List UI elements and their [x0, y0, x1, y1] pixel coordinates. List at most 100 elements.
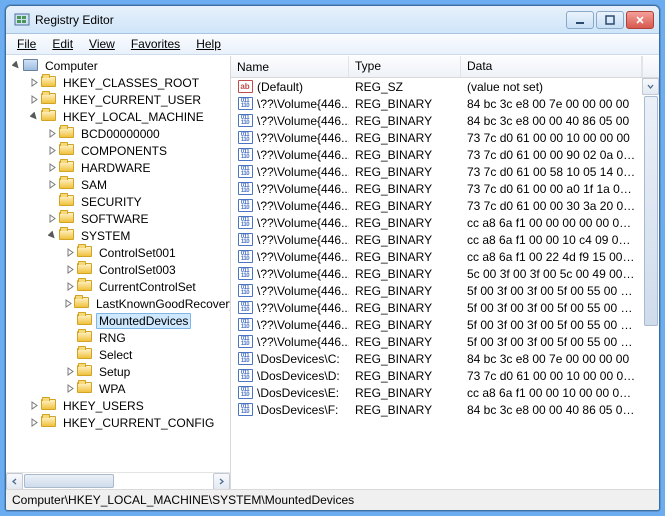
value-row[interactable]: 011110\??\Volume{446...REG_BINARY5f 00 3… [231, 316, 642, 333]
maximize-button[interactable] [596, 11, 624, 29]
value-row[interactable]: 011110\??\Volume{446...REG_BINARY5f 00 3… [231, 282, 642, 299]
tree-node-setup[interactable]: Setup [8, 363, 230, 380]
menu-view[interactable]: View [82, 35, 122, 53]
value-row[interactable]: 011110\??\Volume{446...REG_BINARY5f 00 3… [231, 333, 642, 350]
tree-node-components[interactable]: COMPONENTS [8, 142, 230, 159]
scroll-right-button[interactable] [213, 473, 230, 489]
tree-node-lkg[interactable]: LastKnownGoodRecovery [8, 295, 230, 312]
binary-value-icon: 011110 [237, 148, 253, 162]
value-row[interactable]: 011110\??\Volume{446...REG_BINARY73 7c d… [231, 180, 642, 197]
value-type: REG_BINARY [349, 216, 461, 230]
tree-node-security[interactable]: SECURITY [8, 193, 230, 210]
menu-edit[interactable]: Edit [45, 35, 80, 53]
tree-toggle-icon[interactable] [46, 145, 58, 157]
value-type: REG_BINARY [349, 250, 461, 264]
value-row[interactable]: 011110\DosDevices\C:REG_BINARY84 bc 3c e… [231, 350, 642, 367]
binary-value-icon: 011110 [237, 301, 253, 315]
tree-toggle-icon[interactable] [64, 383, 76, 395]
value-name: \??\Volume{446... [257, 335, 349, 349]
value-row[interactable]: 011110\??\Volume{446...REG_BINARYcc a8 6… [231, 214, 642, 231]
tree-toggle-icon[interactable] [64, 366, 76, 378]
tree-toggle-icon[interactable] [28, 111, 40, 123]
tree-node-hku[interactable]: HKEY_USERS [8, 397, 230, 414]
tree-toggle-icon[interactable] [64, 264, 76, 276]
value-type: REG_BINARY [349, 233, 461, 247]
value-row[interactable]: 011110\??\Volume{446...REG_BINARY73 7c d… [231, 197, 642, 214]
value-data: 73 7c d0 61 00 00 90 02 0a 00 00 [461, 148, 642, 162]
tree-toggle-icon[interactable] [28, 94, 40, 106]
column-header-type[interactable]: Type [349, 56, 461, 77]
tree-toggle-icon[interactable] [64, 298, 73, 310]
tree-node-sam[interactable]: SAM [8, 176, 230, 193]
value-row[interactable]: 011110\DosDevices\E:REG_BINARYcc a8 6a f… [231, 384, 642, 401]
tree-toggle-icon[interactable] [46, 128, 58, 140]
value-row[interactable]: 011110\??\Volume{446...REG_BINARY73 7c d… [231, 146, 642, 163]
tree-toggle-icon[interactable] [64, 247, 76, 259]
value-row[interactable]: 011110\DosDevices\D:REG_BINARY73 7c d0 6… [231, 367, 642, 384]
tree-pane[interactable]: ComputerHKEY_CLASSES_ROOTHKEY_CURRENT_US… [6, 56, 231, 489]
value-row[interactable]: ab(Default)REG_SZ(value not set) [231, 78, 642, 95]
menu-help[interactable]: Help [189, 35, 228, 53]
value-row[interactable]: 011110\??\Volume{446...REG_BINARY73 7c d… [231, 163, 642, 180]
tree-node-ccs[interactable]: CurrentControlSet [8, 278, 230, 295]
tree-node-hkcr[interactable]: HKEY_CLASSES_ROOT [8, 74, 230, 91]
tree-node-hklm[interactable]: HKEY_LOCAL_MACHINE [8, 108, 230, 125]
tree-node-bcd[interactable]: BCD00000000 [8, 125, 230, 142]
menu-favorites[interactable]: Favorites [124, 35, 187, 53]
value-row[interactable]: 011110\??\Volume{446...REG_BINARY84 bc 3… [231, 112, 642, 129]
folder-icon [41, 399, 57, 412]
value-row[interactable]: 011110\??\Volume{446...REG_BINARY73 7c d… [231, 129, 642, 146]
value-row[interactable]: 011110\??\Volume{446...REG_BINARYcc a8 6… [231, 248, 642, 265]
scroll-thumb[interactable] [24, 474, 114, 488]
value-name: \??\Volume{446... [257, 165, 349, 179]
minimize-button[interactable] [566, 11, 594, 29]
binary-value-icon: 011110 [237, 386, 253, 400]
tree-node-select[interactable]: Select [8, 346, 230, 363]
list-vertical-scrollbar[interactable] [642, 78, 659, 95]
tree-node-label: RNG [96, 330, 129, 346]
binary-value-icon: 011110 [237, 216, 253, 230]
tree-toggle-icon[interactable] [28, 417, 40, 429]
value-data: 5f 00 3f 00 3f 00 5f 00 55 00 53 0 [461, 335, 642, 349]
tree-node-hkcc[interactable]: HKEY_CURRENT_CONFIG [8, 414, 230, 431]
tree-node-rng[interactable]: RNG [8, 329, 230, 346]
tree-toggle-icon[interactable] [28, 400, 40, 412]
tree-node-hkcu[interactable]: HKEY_CURRENT_USER [8, 91, 230, 108]
tree-node-label: Setup [96, 364, 133, 380]
folder-icon [41, 110, 57, 123]
tree-toggle-icon[interactable] [64, 281, 76, 293]
value-row[interactable]: 011110\??\Volume{446...REG_BINARYcc a8 6… [231, 231, 642, 248]
tree-node-software[interactable]: SOFTWARE [8, 210, 230, 227]
column-header-data[interactable]: Data [461, 56, 642, 77]
close-button[interactable] [626, 11, 654, 29]
tree-node-computer[interactable]: Computer [8, 57, 230, 74]
menu-file[interactable]: File [10, 35, 43, 53]
tree-horizontal-scrollbar[interactable] [6, 472, 230, 489]
tree-toggle-icon[interactable] [46, 162, 58, 174]
tree-toggle-icon[interactable] [46, 213, 58, 225]
tree-node-mounted[interactable]: MountedDevices [8, 312, 230, 329]
titlebar[interactable]: Registry Editor [6, 6, 659, 34]
tree-toggle-icon[interactable] [46, 179, 58, 191]
value-row[interactable]: 011110\??\Volume{446...REG_BINARY5c 00 3… [231, 265, 642, 282]
tree-node-wpa[interactable]: WPA [8, 380, 230, 397]
tree-node-system[interactable]: SYSTEM [8, 227, 230, 244]
value-row[interactable]: 011110\??\Volume{446...REG_BINARY84 bc 3… [231, 95, 642, 112]
value-row[interactable]: 011110\DosDevices\F:REG_BINARY84 bc 3c e… [231, 401, 642, 418]
tree-node-cs001[interactable]: ControlSet001 [8, 244, 230, 261]
tree-toggle-icon[interactable] [28, 77, 40, 89]
scroll-left-button[interactable] [6, 473, 23, 489]
value-type: REG_BINARY [349, 403, 461, 417]
value-type: REG_BINARY [349, 386, 461, 400]
value-row[interactable]: 011110\??\Volume{446...REG_BINARY5f 00 3… [231, 299, 642, 316]
tree-node-cs003[interactable]: ControlSet003 [8, 261, 230, 278]
value-data: 84 bc 3c e8 00 00 40 86 05 00 00 [461, 403, 642, 417]
list-body[interactable]: ab(Default)REG_SZ(value not set)011110\?… [231, 78, 659, 489]
folder-icon [77, 331, 93, 344]
tree-node-hardware[interactable]: HARDWARE [8, 159, 230, 176]
scroll-thumb[interactable] [644, 96, 658, 326]
tree-toggle-icon[interactable] [46, 230, 58, 242]
binary-value-icon: 011110 [237, 403, 253, 417]
column-header-name[interactable]: Name [231, 56, 349, 77]
scroll-down-button[interactable] [642, 78, 659, 95]
